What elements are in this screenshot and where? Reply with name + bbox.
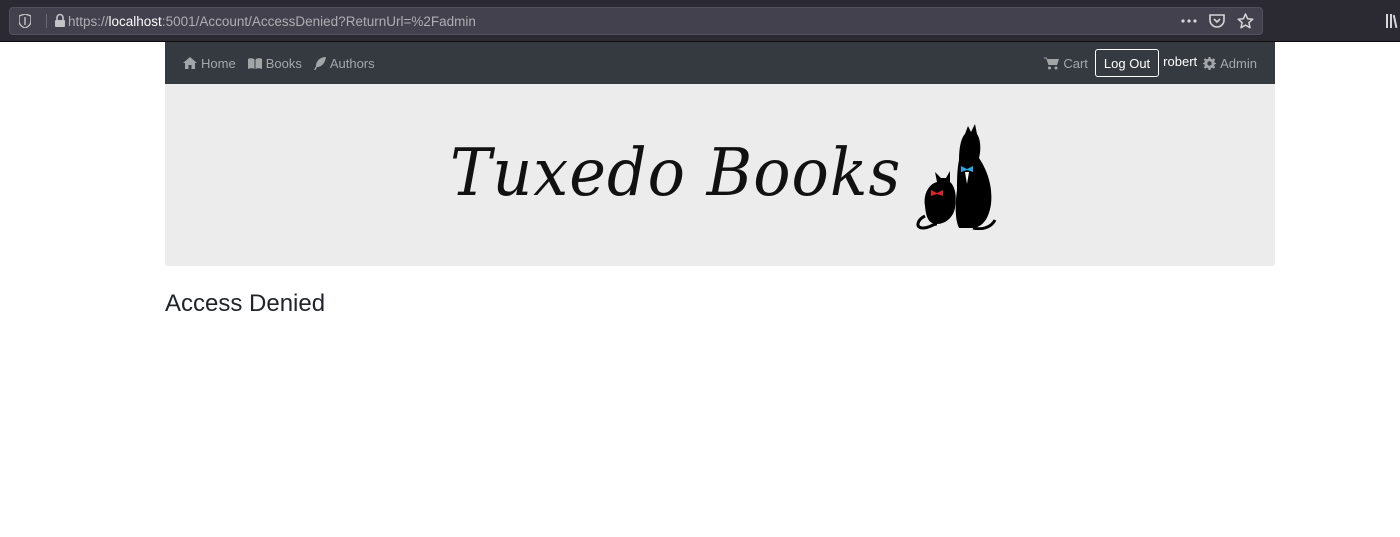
nav-right-group: Cart Log Out robert Admin (1044, 42, 1257, 84)
nav-home-label: Home (201, 55, 236, 71)
banner: Tuxedo Books (165, 84, 1275, 266)
address-bar-divider (46, 14, 47, 28)
url-path: :5001/Account/AccessDenied?ReturnUrl=%2F… (161, 14, 476, 29)
site-logo-text: Tuxedo Books (450, 134, 902, 211)
nav-authors-link[interactable]: Authors (313, 55, 375, 71)
book-icon (247, 57, 262, 69)
username-label: robert (1163, 53, 1198, 69)
main-navbar: Home Books Authors Cart Log Out robert A… (165, 42, 1275, 84)
bookmark-star-icon[interactable] (1236, 12, 1254, 30)
url-text[interactable]: https://localhost:5001/Account/AccessDen… (68, 14, 476, 29)
pocket-icon[interactable] (1208, 12, 1226, 30)
nav-cart-label: Cart (1063, 55, 1088, 71)
gear-icon (1203, 56, 1217, 70)
nav-authors-label: Authors (329, 55, 375, 71)
address-bar-actions (1180, 12, 1254, 30)
tracking-shield-icon[interactable] (18, 13, 32, 33)
nav-admin-label: Admin (1220, 55, 1257, 71)
library-icon[interactable] (1386, 13, 1400, 34)
feather-icon (313, 56, 326, 70)
nav-books-label: Books (265, 55, 302, 71)
more-actions-icon[interactable] (1180, 12, 1198, 30)
page-container: Home Books Authors Cart Log Out robert A… (165, 42, 1275, 317)
browser-toolbar: https://localhost:5001/Account/AccessDen… (0, 0, 1400, 42)
cart-icon (1044, 57, 1060, 69)
nav-left-group: Home Books Authors (183, 42, 375, 84)
home-icon (183, 57, 197, 69)
nav-home-link[interactable]: Home (183, 56, 236, 71)
logout-button[interactable]: Log Out (1094, 49, 1160, 77)
url-host: localhost (108, 14, 162, 29)
nav-books-link[interactable]: Books (247, 55, 302, 71)
lock-icon[interactable] (54, 13, 66, 33)
nav-admin-link[interactable]: Admin (1203, 56, 1257, 71)
tuxedo-cats-logo-icon (916, 124, 997, 230)
url-scheme: https:// (68, 14, 109, 29)
page-title: Access Denied (165, 290, 326, 317)
address-bar[interactable]: https://localhost:5001/Account/AccessDen… (9, 7, 1263, 35)
nav-cart-link[interactable]: Cart (1044, 56, 1088, 71)
